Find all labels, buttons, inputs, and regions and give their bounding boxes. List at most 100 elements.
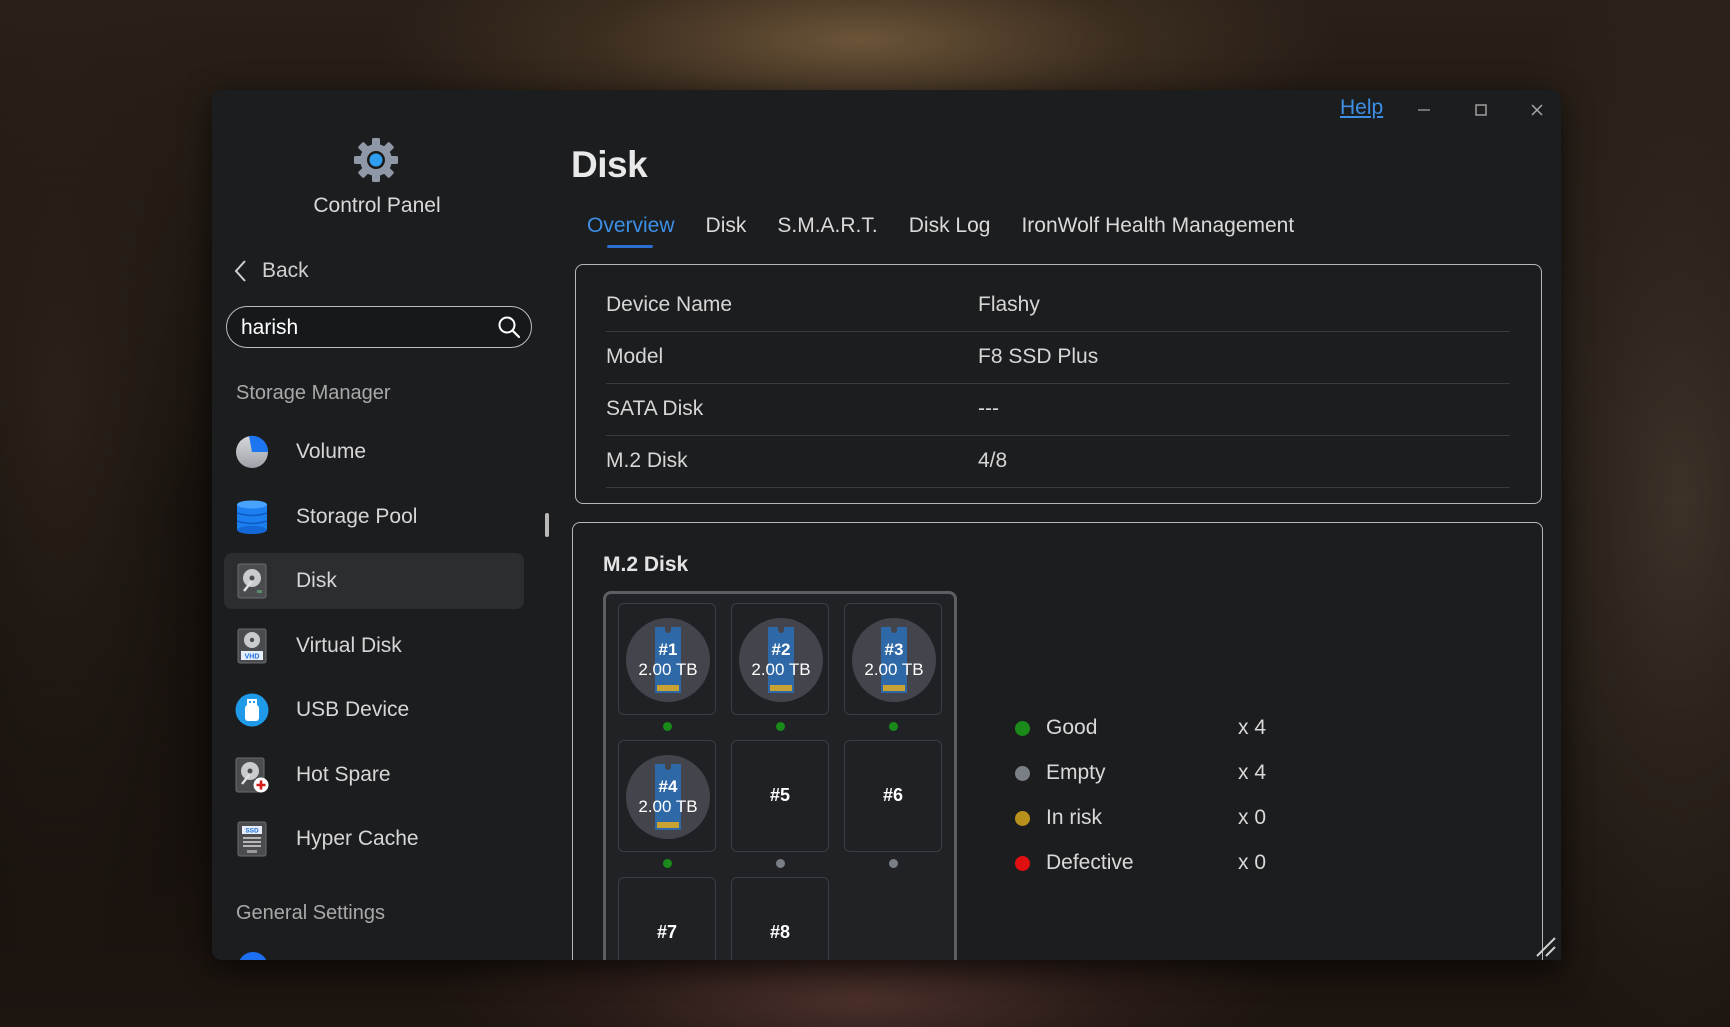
legend-label: Defective (1046, 851, 1134, 874)
legend-count: x 0 (1238, 851, 1267, 874)
bay-capacity: 2.00 TB (638, 660, 698, 679)
in-risk-status-dot-icon (1015, 810, 1030, 826)
sidebar-item-hyper-cache[interactable]: SSD Hyper Cache (224, 811, 524, 867)
app-title: Control Panel (313, 194, 441, 217)
sidebar-item-virtual-disk[interactable]: VHD Virtual Disk (224, 618, 524, 674)
control-panel-window: Help Control Panel Back harish Storage M… (212, 90, 1561, 960)
hard-disk-icon (234, 563, 270, 599)
help-link[interactable]: Help (1340, 96, 1383, 120)
sidebar-item-label: USB Device (296, 698, 410, 721)
bay-capacity: 2.00 TB (638, 797, 698, 816)
bay-number: #2 (771, 640, 791, 659)
info-value: 4/8 (978, 449, 1008, 472)
sidebar-scrollbar[interactable] (545, 513, 549, 537)
bay-number: #3 (884, 640, 904, 659)
close-icon[interactable] (1525, 98, 1549, 122)
search-box (226, 306, 532, 348)
sidebar: Control Panel Back Storage Manager Volum… (212, 90, 542, 960)
vhd-disk-icon: VHD (234, 628, 270, 664)
sidebar-item-hot-spare[interactable]: Hot Spare (224, 747, 524, 803)
search-input[interactable] (239, 313, 483, 343)
disk-bay-8[interactable]: #8 (731, 877, 829, 960)
legend-label: Empty (1046, 761, 1106, 784)
sidebar-item-storage-pool[interactable]: Storage Pool (224, 489, 524, 545)
gear-icon (354, 138, 398, 182)
sidebar-item-label: Hyper Cache (296, 827, 419, 850)
disk-bay-6[interactable]: #6 (844, 740, 942, 852)
back-label: Back (262, 259, 309, 282)
good-status-dot-icon (1015, 720, 1030, 736)
bay-capacity: 2.00 TB (751, 660, 811, 679)
bay-number: #6 (882, 785, 904, 805)
status-led-empty (776, 859, 785, 868)
database-icon (234, 499, 270, 535)
disk-bay-4[interactable]: #4 2.00 TB (618, 740, 716, 852)
m2-stick-icon: #2 2.00 TB (739, 618, 823, 702)
info-row-m2-disk: M.2 Disk 4/8 (606, 435, 1510, 488)
legend-label: In risk (1046, 806, 1103, 829)
back-button[interactable]: Back (232, 258, 309, 284)
sidebar-item-disk[interactable]: Disk (224, 553, 524, 609)
disk-bay-7[interactable]: #7 (618, 877, 716, 960)
m2-stick-icon: #3 2.00 TB (852, 618, 936, 702)
info-label: M.2 Disk (606, 449, 688, 472)
legend-empty: Empty x 4 (1015, 758, 1315, 788)
info-value: --- (978, 397, 999, 420)
tab-smart[interactable]: S.M.A.R.T. (777, 214, 877, 248)
maximize-icon[interactable] (1469, 98, 1493, 122)
page-title: Disk (571, 144, 648, 185)
ssd-cache-icon: SSD (234, 821, 270, 857)
sidebar-item-volume[interactable]: Volume (224, 424, 524, 480)
bay-number: #1 (658, 640, 678, 659)
bay-number: #8 (769, 922, 791, 942)
sidebar-item-label: Hot Spare (296, 763, 391, 786)
info-label: Device Name (606, 293, 733, 316)
disk-bay-3[interactable]: #3 2.00 TB (844, 603, 942, 715)
section-title-storage-manager: Storage Manager (236, 382, 391, 404)
empty-status-dot-icon (1015, 765, 1030, 781)
tab-disk-log[interactable]: Disk Log (909, 214, 991, 248)
pie-chart-icon (234, 434, 270, 470)
legend-count: x 0 (1238, 806, 1267, 829)
disk-bay-1[interactable]: #1 2.00 TB (618, 603, 716, 715)
chevron-left-icon (234, 260, 246, 282)
tab-bar: Overview Disk S.M.A.R.T. Disk Log IronWo… (587, 214, 1325, 248)
legend-good: Good x 4 (1015, 713, 1315, 743)
tab-overview[interactable]: Overview (587, 214, 675, 248)
info-value: Flashy (978, 293, 1040, 316)
tab-ironwolf-health-management[interactable]: IronWolf Health Management (1021, 214, 1294, 248)
device-info-card: Device Name Flashy Model F8 SSD Plus SAT… (575, 264, 1542, 504)
status-led-good (663, 722, 672, 731)
search-icon[interactable] (497, 315, 521, 339)
resize-grip-icon[interactable] (1533, 934, 1557, 958)
info-label: Model (606, 345, 664, 368)
tab-disk[interactable]: Disk (706, 214, 747, 248)
legend-label: Good (1046, 716, 1098, 739)
status-led-good (889, 722, 898, 731)
sidebar-item-label: Volume (296, 440, 367, 463)
legend-count: x 4 (1238, 716, 1267, 739)
sidebar-item-label: Disk (296, 569, 337, 592)
sidebar-item-label: Virtual Disk (296, 634, 402, 657)
general-settings-item-icon[interactable] (238, 952, 268, 960)
disk-bay-5[interactable]: #5 (731, 740, 829, 852)
bay-capacity: 2.00 TB (864, 660, 924, 679)
status-led-empty (889, 859, 898, 868)
info-row-device-name: Device Name Flashy (606, 279, 1510, 332)
m2-disk-title: M.2 Disk (603, 553, 689, 576)
bay-frame: #1 2.00 TB #2 2.00 TB #3 2.00 TB #4 2.00… (603, 591, 957, 960)
info-value: F8 SSD Plus (978, 345, 1099, 368)
usb-icon (234, 692, 270, 728)
minimize-icon[interactable] (1412, 98, 1436, 122)
sidebar-item-label: Storage Pool (296, 505, 418, 528)
section-title-general-settings: General Settings (236, 902, 385, 924)
sidebar-item-usb-device[interactable]: USB Device (224, 682, 524, 738)
bay-number: #4 (658, 777, 678, 796)
info-row-sata-disk: SATA Disk --- (606, 383, 1510, 436)
svg-text:VHD: VHD (245, 654, 260, 661)
disk-bay-2[interactable]: #2 2.00 TB (731, 603, 829, 715)
m2-disk-card: M.2 Disk #1 2.00 TB #2 2.00 TB #3 2.00 T… (572, 522, 1543, 960)
status-led-good (776, 722, 785, 731)
legend-defective: Defective x 0 (1015, 848, 1315, 878)
legend-count: x 4 (1238, 761, 1267, 784)
